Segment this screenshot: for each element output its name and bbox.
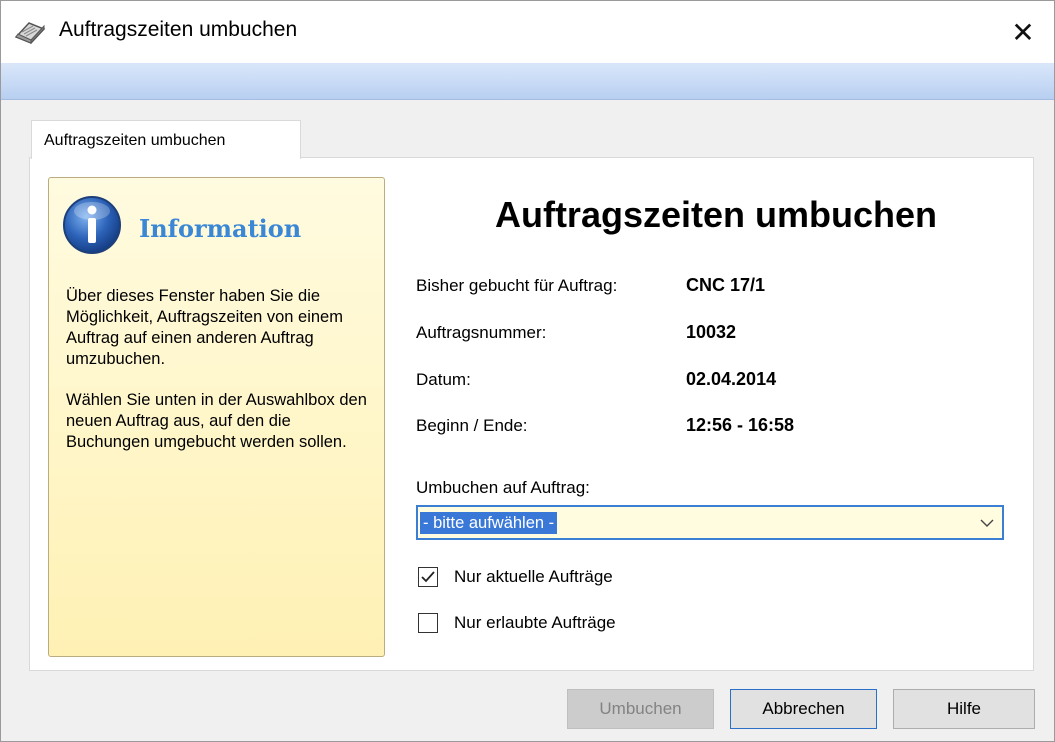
page-title: Auftragszeiten umbuchen <box>494 194 938 235</box>
auftrag-select-value: - bitte aufwählen - <box>420 512 558 534</box>
info-paragraph-1: Über dieses Fenster haben Sie die Möglic… <box>66 287 343 368</box>
label-auftragsnummer: Auftragsnummer: <box>416 323 547 342</box>
hilfe-button[interactable]: Hilfe <box>893 689 1035 729</box>
value-beginn-ende: 12:56 - 16:58 <box>686 415 795 435</box>
abbrechen-button[interactable]: Abbrechen <box>730 689 877 729</box>
label-datum: Datum: <box>416 370 471 389</box>
tab-auftragszeiten-umbuchen[interactable]: Auftragszeiten umbuchen <box>31 120 301 159</box>
close-icon: ✕ <box>1011 16 1035 48</box>
checkbox-nur-aktuelle[interactable] <box>418 567 438 587</box>
auftrag-select[interactable]: - bitte aufwählen - <box>416 505 1004 540</box>
title-bar: Auftragszeiten umbuchen ✕ <box>1 1 1054 63</box>
dialog-window: Auftragszeiten umbuchen ✕ Auftragszeiten… <box>0 0 1055 742</box>
book-icon <box>14 22 46 45</box>
value-datum: 02.04.2014 <box>686 369 777 389</box>
tab-panel: Information Über dieses Fenster haben Si… <box>29 157 1034 671</box>
value-auftragsnummer: 10032 <box>686 322 737 342</box>
info-text: Über dieses Fenster haben Sie die Möglic… <box>66 286 376 473</box>
label-beginn-ende: Beginn / Ende: <box>416 416 528 435</box>
close-button[interactable]: ✕ <box>992 1 1054 63</box>
info-paragraph-2: Wählen Sie unten in der Auswahlbox den n… <box>66 391 367 451</box>
label-bisher-gebucht: Bisher gebucht für Auftrag: <box>416 276 618 295</box>
header-banner <box>1 63 1054 100</box>
chevron-down-icon[interactable] <box>980 516 994 530</box>
value-bisher-gebucht: CNC 17/1 <box>686 275 766 295</box>
checkbox-nur-erlaubte[interactable] <box>418 613 438 633</box>
combo-label: Umbuchen auf Auftrag: <box>416 478 590 497</box>
checkbox-nur-erlaubte-label[interactable]: Nur erlaubte Aufträge <box>454 613 616 633</box>
checkmark-icon <box>421 571 435 583</box>
umbuchen-button[interactable]: Umbuchen <box>567 689 714 729</box>
info-box: Information Über dieses Fenster haben Si… <box>48 177 385 657</box>
info-icon <box>63 196 121 254</box>
tab-label: Auftragszeiten umbuchen <box>44 132 226 149</box>
checkbox-nur-aktuelle-label[interactable]: Nur aktuelle Aufträge <box>454 567 613 587</box>
info-title: Information <box>139 214 302 243</box>
window-title: Auftragszeiten umbuchen <box>59 18 298 41</box>
